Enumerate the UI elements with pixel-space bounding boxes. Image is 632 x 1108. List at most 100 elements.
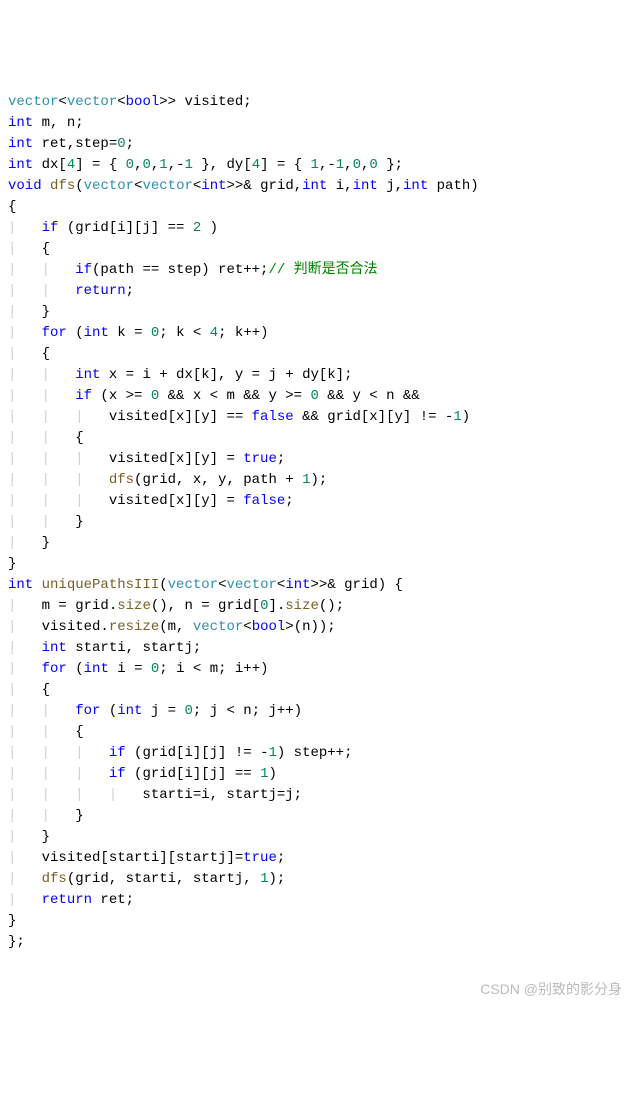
- code-token: ;: [277, 451, 285, 467]
- code-token: for: [75, 703, 100, 719]
- code-token: (grid[i][j] != -: [126, 745, 269, 761]
- code-token: vector: [84, 178, 134, 194]
- code-token: dfs: [42, 871, 67, 887]
- code-token: }: [75, 808, 83, 824]
- code-token: >>& grid,: [227, 178, 303, 194]
- code-token: ;: [277, 850, 285, 866]
- code-token: vector: [8, 94, 58, 110]
- indent-guide: |: [8, 241, 42, 257]
- code-token: path): [428, 178, 478, 194]
- code-token: resize: [109, 619, 159, 635]
- indent-guide: |: [8, 829, 42, 845]
- code-token: if: [109, 745, 126, 761]
- code-token: true: [243, 451, 277, 467]
- code-token: return: [75, 283, 125, 299]
- code-token: (: [67, 325, 84, 341]
- code-token: ,-: [168, 157, 185, 173]
- code-token: ] = {: [260, 157, 310, 173]
- code-token: int: [8, 115, 33, 131]
- code-token: }: [8, 556, 16, 572]
- code-token: visited[starti][startj]=: [42, 850, 244, 866]
- indent-guide: |: [8, 619, 42, 635]
- code-token: size: [117, 598, 151, 614]
- code-token: (x >=: [92, 388, 151, 404]
- code-token: if: [109, 766, 126, 782]
- code-token: (grid, starti, startj,: [67, 871, 260, 887]
- code-token: int: [285, 577, 310, 593]
- code-token: true: [243, 850, 277, 866]
- code-token: dx[: [33, 157, 67, 173]
- indent-guide: |: [8, 535, 42, 551]
- code-token: ret,step=: [33, 136, 117, 152]
- code-token: i,: [327, 178, 352, 194]
- code-token: ();: [319, 598, 344, 614]
- code-comment: // 判断是否合法: [268, 262, 377, 278]
- code-token: 2: [193, 220, 201, 236]
- code-token: (), n = grid[: [151, 598, 260, 614]
- code-token: (grid[i][j] ==: [126, 766, 260, 782]
- code-token: [33, 577, 41, 593]
- code-token: uniquePathsIII: [42, 577, 160, 593]
- code-token: bool: [126, 94, 160, 110]
- code-token: ; k <: [159, 325, 209, 341]
- code-token: ): [268, 766, 276, 782]
- code-token: starti, startj;: [67, 640, 201, 656]
- code-token: ): [201, 220, 218, 236]
- code-token: <: [58, 94, 66, 110]
- indent-guide: | | |: [8, 451, 109, 467]
- indent-guide: | |: [8, 514, 75, 530]
- code-token: }: [8, 913, 16, 929]
- code-token: );: [310, 472, 327, 488]
- indent-guide: | |: [8, 388, 75, 404]
- indent-guide: |: [8, 598, 42, 614]
- code-token: }: [42, 535, 50, 551]
- code-token: (: [100, 703, 117, 719]
- code-token: 1: [185, 157, 193, 173]
- code-token: int: [353, 178, 378, 194]
- code-token: return: [42, 892, 92, 908]
- indent-guide: | |: [8, 367, 75, 383]
- indent-guide: | | |: [8, 409, 109, 425]
- indent-guide: | |: [8, 703, 75, 719]
- code-token: ,: [344, 157, 352, 173]
- code-token: dfs: [109, 472, 134, 488]
- code-token: 0: [353, 157, 361, 173]
- code-token: int: [403, 178, 428, 194]
- code-token: starti=i, startj=j;: [142, 787, 302, 803]
- code-token: int: [8, 577, 33, 593]
- code-token: (grid, x, y, path +: [134, 472, 302, 488]
- indent-guide: |: [8, 682, 42, 698]
- code-token: 1: [268, 745, 276, 761]
- code-token: (: [159, 577, 167, 593]
- code-token: {: [75, 724, 83, 740]
- indent-guide: |: [8, 892, 42, 908]
- code-token: for: [42, 661, 67, 677]
- code-token: (: [75, 178, 83, 194]
- code-token: && x < m && y >=: [159, 388, 310, 404]
- code-token: ) step++;: [277, 745, 353, 761]
- code-token: false: [252, 409, 294, 425]
- code-token: ;: [285, 493, 293, 509]
- code-token: 0: [126, 157, 134, 173]
- code-token: j =: [142, 703, 184, 719]
- code-token: 1: [453, 409, 461, 425]
- code-token: int: [201, 178, 226, 194]
- code-token: {: [42, 241, 50, 257]
- code-token: false: [243, 493, 285, 509]
- code-token: (path == step) ret++;: [92, 262, 268, 278]
- code-token: 0: [369, 157, 377, 173]
- code-token: x = i + dx[k], y = j + dy[k];: [100, 367, 352, 383]
- code-token: void: [8, 178, 42, 194]
- code-token: if: [75, 262, 92, 278]
- code-token: if: [42, 220, 59, 236]
- code-token: int: [117, 703, 142, 719]
- code-token: }: [42, 304, 50, 320]
- code-token: visited[x][y] ==: [109, 409, 252, 425]
- code-token: vector: [67, 94, 117, 110]
- code-block: vector<vector<bool>> visited; int m, n; …: [8, 92, 624, 953]
- indent-guide: | | |: [8, 472, 109, 488]
- code-token: i =: [109, 661, 151, 677]
- code-token: 4: [210, 325, 218, 341]
- code-token: visited[x][y] =: [109, 493, 243, 509]
- code-token: visited[x][y] =: [109, 451, 243, 467]
